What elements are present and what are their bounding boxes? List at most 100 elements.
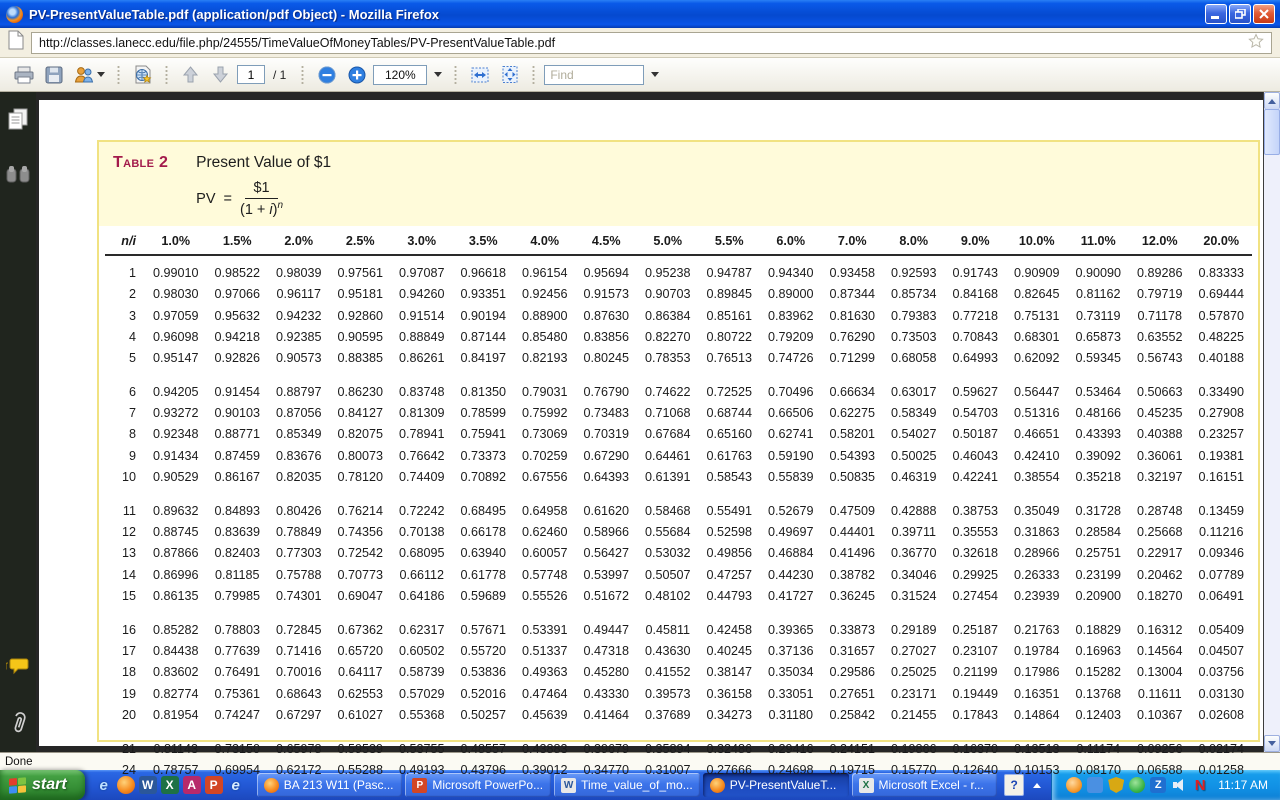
value-cell: 0.42458 bbox=[699, 619, 761, 640]
value-cell: 0.18270 bbox=[1129, 585, 1191, 606]
value-cell: 0.03756 bbox=[1191, 662, 1253, 683]
value-cell: 0.34046 bbox=[883, 564, 945, 585]
period-cell: 11 bbox=[105, 500, 145, 521]
scroll-down-button[interactable] bbox=[1264, 735, 1280, 752]
close-button[interactable] bbox=[1253, 4, 1275, 24]
value-cell: 0.28966 bbox=[1006, 543, 1068, 564]
bookmark-star-icon[interactable] bbox=[1248, 33, 1264, 52]
save-icon[interactable] bbox=[40, 62, 67, 88]
vertical-scrollbar[interactable] bbox=[1263, 92, 1280, 752]
print-icon[interactable] bbox=[10, 62, 37, 88]
start-button[interactable]: start bbox=[0, 770, 85, 800]
value-cell: 0.48166 bbox=[1068, 403, 1130, 424]
scroll-up-button[interactable] bbox=[1264, 92, 1280, 109]
table-row: 20.980300.970660.961170.951810.942600.93… bbox=[105, 284, 1252, 305]
value-cell: 0.70843 bbox=[945, 326, 1007, 347]
value-cell: 0.86261 bbox=[391, 347, 453, 368]
value-cell: 0.74247 bbox=[207, 704, 269, 725]
value-cell: 0.45811 bbox=[637, 619, 699, 640]
comments-icon[interactable] bbox=[6, 658, 30, 681]
zoom-dropdown-icon[interactable] bbox=[430, 65, 445, 85]
value-cell: 0.35218 bbox=[1068, 466, 1130, 487]
scrollbar-track[interactable] bbox=[1264, 155, 1280, 735]
table-row: 70.932720.901030.870560.841270.813090.78… bbox=[105, 403, 1252, 424]
zoom-in-icon[interactable] bbox=[343, 62, 370, 88]
value-cell: 0.83639 bbox=[207, 522, 269, 543]
attachments-icon[interactable] bbox=[8, 711, 28, 740]
value-cell: 0.39711 bbox=[883, 522, 945, 543]
value-cell: 0.71299 bbox=[822, 347, 884, 368]
value-cell: 0.75788 bbox=[268, 564, 330, 585]
value-cell: 0.58739 bbox=[391, 662, 453, 683]
bookmarks-icon[interactable] bbox=[6, 165, 30, 188]
period-cell: 17 bbox=[105, 641, 145, 662]
value-cell: 0.81162 bbox=[1068, 284, 1130, 305]
period-cell: 16 bbox=[105, 619, 145, 640]
value-cell: 0.95632 bbox=[207, 305, 269, 326]
web-page-icon[interactable] bbox=[129, 62, 156, 88]
value-cell: 0.25187 bbox=[945, 619, 1007, 640]
pages-icon[interactable] bbox=[8, 108, 28, 135]
value-cell: 0.11174 bbox=[1068, 738, 1130, 759]
value-cell: 0.42241 bbox=[945, 466, 1007, 487]
value-cell: 0.93351 bbox=[453, 284, 515, 305]
previous-page-icon[interactable] bbox=[177, 62, 204, 88]
value-cell: 0.55720 bbox=[453, 641, 515, 662]
value-cell: 0.20462 bbox=[1129, 564, 1191, 585]
value-cell: 0.46884 bbox=[760, 543, 822, 564]
value-cell: 0.52679 bbox=[760, 500, 822, 521]
value-cell: 0.32486 bbox=[699, 738, 761, 759]
find-input[interactable] bbox=[544, 65, 644, 85]
value-cell: 0.33051 bbox=[760, 683, 822, 704]
zoom-level-select[interactable]: 120% bbox=[373, 65, 427, 85]
value-cell: 0.78849 bbox=[268, 522, 330, 543]
value-cell: 0.21199 bbox=[945, 662, 1007, 683]
fit-width-icon[interactable] bbox=[466, 62, 493, 88]
page-total-label: / 1 bbox=[273, 68, 286, 82]
value-cell: 0.61391 bbox=[637, 466, 699, 487]
value-cell: 0.47318 bbox=[576, 641, 638, 662]
group-spacer bbox=[105, 487, 1252, 500]
table-row: 140.869960.811850.757880.707730.661120.6… bbox=[105, 564, 1252, 585]
toolbar-separator bbox=[164, 64, 169, 86]
collaborate-icon[interactable] bbox=[70, 62, 108, 88]
value-cell: 0.90529 bbox=[145, 466, 207, 487]
value-cell: 0.04507 bbox=[1191, 641, 1253, 662]
period-cell: 20 bbox=[105, 704, 145, 725]
value-cell: 0.70016 bbox=[268, 662, 330, 683]
value-cell: 0.97059 bbox=[145, 305, 207, 326]
value-cell: 0.66506 bbox=[760, 403, 822, 424]
scrollbar-thumb[interactable] bbox=[1264, 109, 1280, 155]
value-cell: 0.87056 bbox=[268, 403, 330, 424]
find-dropdown-icon[interactable] bbox=[647, 65, 662, 85]
shield-icon[interactable] bbox=[1108, 777, 1124, 793]
value-cell: 0.85349 bbox=[268, 424, 330, 445]
table-row: 40.960980.942180.923850.905950.888490.87… bbox=[105, 326, 1252, 347]
value-cell: 0.17843 bbox=[945, 704, 1007, 725]
table-row: 130.878660.824030.773030.725420.680950.6… bbox=[105, 543, 1252, 564]
page-number-input[interactable] bbox=[237, 65, 265, 84]
value-cell: 0.85480 bbox=[514, 326, 576, 347]
column-header: 4.5% bbox=[576, 226, 638, 255]
value-cell: 0.16370 bbox=[945, 738, 1007, 759]
value-cell: 0.45639 bbox=[514, 704, 576, 725]
value-cell: 0.92826 bbox=[207, 347, 269, 368]
value-cell: 0.64117 bbox=[330, 662, 392, 683]
minimize-button[interactable] bbox=[1205, 4, 1227, 24]
value-cell: 0.58966 bbox=[576, 522, 638, 543]
fit-page-icon[interactable] bbox=[496, 62, 523, 88]
next-page-icon[interactable] bbox=[207, 62, 234, 88]
url-input[interactable]: http://classes.lanecc.edu/file.php/24555… bbox=[31, 32, 1272, 54]
volume-icon[interactable] bbox=[1171, 777, 1187, 793]
value-cell: 0.90194 bbox=[453, 305, 515, 326]
column-header: 11.0% bbox=[1068, 226, 1130, 255]
value-cell: 0.25751 bbox=[1068, 543, 1130, 564]
restore-button[interactable] bbox=[1229, 4, 1251, 24]
value-cell: 0.97561 bbox=[330, 255, 392, 284]
toolbar-separator bbox=[453, 64, 458, 86]
value-cell: 0.26333 bbox=[1006, 564, 1068, 585]
zoom-out-icon[interactable] bbox=[313, 62, 340, 88]
value-cell: 0.63940 bbox=[453, 543, 515, 564]
value-cell: 0.88797 bbox=[268, 382, 330, 403]
value-cell: 0.84197 bbox=[453, 347, 515, 368]
